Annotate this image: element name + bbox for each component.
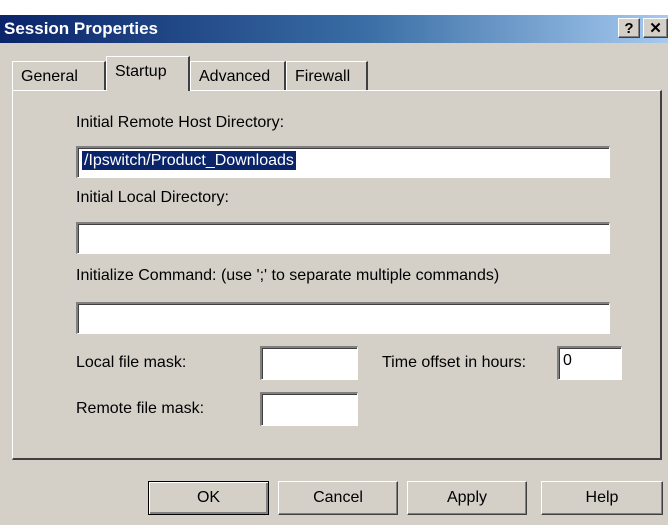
tab-startup[interactable]: Startup	[106, 56, 190, 91]
tab-general[interactable]: General	[12, 61, 106, 90]
ok-button[interactable]: OK	[148, 481, 269, 515]
window-title: Session Properties	[4, 19, 159, 38]
remote-dir-label: Initial Remote Host Directory:	[76, 114, 285, 131]
local-file-mask-input[interactable]	[260, 346, 358, 380]
top-sliver	[0, 0, 668, 15]
session-properties-dialog: Session Properties ? ✕ General Startup A…	[0, 15, 668, 525]
remote-dir-value: /Ipswitch/Product_Downloads	[82, 151, 296, 170]
time-offset-label: Time offset in hours:	[382, 354, 527, 371]
remote-file-mask-input[interactable]	[260, 392, 358, 426]
help-icon[interactable]: ?	[618, 18, 640, 38]
apply-button[interactable]: Apply	[407, 481, 527, 515]
help-button[interactable]: Help	[541, 481, 663, 515]
cancel-button[interactable]: Cancel	[278, 481, 398, 515]
close-icon[interactable]: ✕	[643, 18, 668, 38]
init-command-label: Initialize Command: (use ';' to separate…	[76, 267, 500, 284]
local-dir-label: Initial Local Directory:	[76, 189, 229, 206]
remote-dir-input[interactable]: /Ipswitch/Product_Downloads	[76, 146, 610, 178]
time-offset-input[interactable]: 0	[557, 346, 622, 380]
title-bar[interactable]: Session Properties ? ✕	[0, 15, 668, 43]
local-file-mask-label: Local file mask:	[76, 354, 187, 371]
tab-firewall[interactable]: Firewall	[286, 61, 368, 90]
local-dir-input[interactable]	[76, 222, 610, 254]
init-command-input[interactable]	[76, 302, 610, 334]
tab-advanced[interactable]: Advanced	[190, 61, 286, 90]
remote-file-mask-label: Remote file mask:	[76, 400, 205, 417]
